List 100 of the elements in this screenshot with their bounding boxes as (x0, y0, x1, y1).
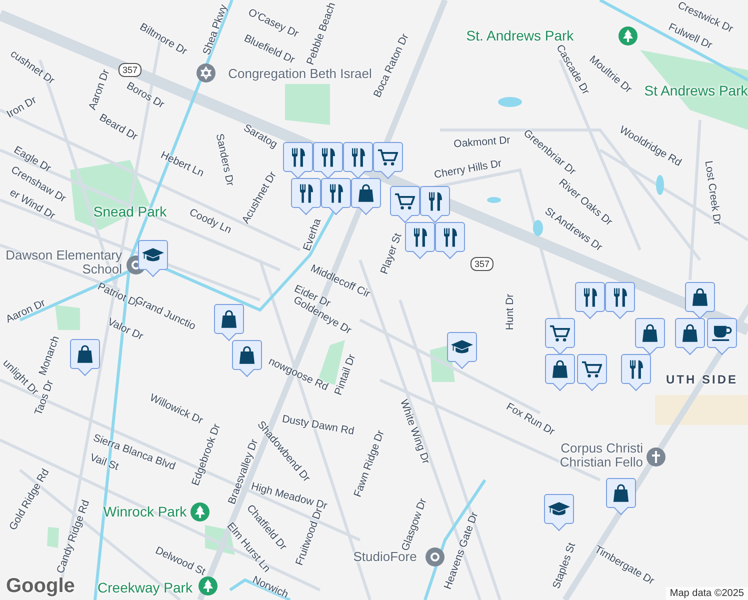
fork-knife-icon (584, 288, 596, 306)
street-label: Lost Creek Dr (702, 160, 722, 226)
restaurant-marker[interactable] (291, 178, 321, 214)
restaurant-marker[interactable] (435, 222, 465, 258)
shopping-bag-icon (642, 324, 658, 342)
place-marker-icon (425, 547, 445, 567)
shopping-bag-icon (77, 345, 93, 363)
star-of-david-icon (196, 63, 216, 83)
tree-icon (618, 26, 638, 46)
park-label: St. Andrews Park (466, 28, 574, 44)
street-label: Vail St (88, 452, 120, 474)
pond (533, 220, 543, 236)
graduation-cap-icon (142, 248, 164, 262)
park-label: St Andrews Park (644, 83, 748, 99)
fork-knife-icon (630, 360, 642, 378)
fork-knife-icon (322, 148, 334, 166)
school-marker[interactable] (138, 240, 168, 276)
pond (656, 175, 664, 195)
restaurant-marker[interactable] (283, 142, 313, 178)
street-label: Candy Ridge Rd (55, 498, 93, 576)
restaurant-marker[interactable] (621, 354, 651, 390)
park-area (285, 84, 330, 125)
grocery-marker[interactable] (577, 354, 607, 390)
cafe-marker[interactable] (707, 318, 737, 354)
shopping-cart-icon (550, 324, 570, 342)
place-label: Congregation Beth Israel (228, 66, 372, 82)
grocery-marker[interactable] (373, 142, 403, 178)
street-label: Aaron Dr (4, 298, 48, 326)
place-label: Dawson Elementary School (4, 248, 122, 278)
restaurant-marker[interactable] (405, 222, 435, 258)
shopping-marker[interactable] (351, 178, 381, 214)
street-label: Valor Dr (105, 316, 145, 344)
shopping-marker[interactable] (635, 318, 665, 354)
restaurant-marker[interactable] (313, 142, 343, 178)
park-label: Winrock Park (103, 504, 187, 520)
fork-knife-icon (300, 184, 312, 202)
google-logo: Google (6, 575, 75, 598)
street-label: Staples St (551, 542, 579, 590)
street-label: White Wing Dr (397, 398, 431, 466)
restaurant-marker[interactable] (343, 142, 373, 178)
street-label: Hunt Dr (505, 294, 517, 330)
park-label: Snead Park (93, 204, 167, 220)
fork-knife-icon (614, 288, 626, 306)
place-label: StudioFore (353, 550, 417, 564)
shopping-marker[interactable] (232, 340, 262, 376)
street-label: Shea Pkwy (202, 3, 230, 57)
fork-knife-icon (444, 228, 456, 246)
restaurant-marker[interactable] (605, 282, 635, 318)
fork-knife-icon (414, 228, 426, 246)
street-label: Sanders Dr (212, 132, 236, 188)
shopping-bag-icon (613, 484, 629, 502)
street-label: Player St (379, 232, 405, 276)
park-area (55, 305, 80, 330)
school-marker[interactable] (544, 494, 574, 530)
street-label: Iron Dr (5, 94, 39, 122)
shopping-marker[interactable] (606, 478, 636, 514)
fork-knife-icon (330, 184, 342, 202)
street-label: Pebble Beach (305, 1, 339, 67)
street-label: Oakmont Dr (453, 135, 511, 151)
school-marker[interactable] (447, 332, 477, 368)
shopping-cart-icon (395, 192, 415, 210)
shopping-marker[interactable] (70, 339, 100, 375)
restaurant-marker[interactable] (420, 186, 450, 222)
park-area (47, 527, 59, 548)
shopping-bag-icon (239, 346, 255, 364)
street-label: Aaron Dr (87, 68, 113, 112)
restaurant-marker[interactable] (321, 178, 351, 214)
pond (498, 97, 522, 107)
shopping-marker[interactable] (214, 304, 244, 340)
place-label: Corpus Christi Christian Fello (558, 442, 643, 470)
route-shield: 357 (470, 257, 494, 271)
shopping-bag-icon (552, 360, 568, 378)
street-label: Fox Run Dr (504, 402, 556, 438)
shopping-bag-icon (692, 288, 708, 306)
attribution-text: Map data ©2025 (666, 587, 748, 600)
shopping-bag-icon (221, 310, 237, 328)
grocery-marker[interactable] (545, 318, 575, 354)
area-label: UTH SIDE (666, 373, 738, 387)
shopping-bag-icon (358, 184, 374, 202)
shopping-marker[interactable] (545, 354, 575, 390)
shopping-cart-icon (378, 148, 398, 166)
fork-knife-icon (292, 148, 304, 166)
park-label: Creekway Park (98, 580, 192, 596)
pond (487, 197, 501, 203)
shopping-marker[interactable] (685, 282, 715, 318)
coffee-cup-icon (712, 325, 732, 341)
street-label: Cherry Hills Dr (433, 158, 503, 182)
street-label: Fawn Ridge Dr (352, 429, 388, 499)
shopping-bag-icon (682, 324, 698, 342)
graduation-cap-icon (548, 502, 570, 516)
graduation-cap-icon (451, 340, 473, 354)
shopping-cart-icon (582, 360, 602, 378)
grocery-marker[interactable] (390, 186, 420, 222)
cross-icon (646, 447, 666, 467)
restaurant-marker[interactable] (575, 282, 605, 318)
shopping-marker[interactable] (675, 318, 705, 354)
tree-icon (198, 576, 218, 596)
fork-knife-icon (352, 148, 364, 166)
street-label: Pintail Dr (333, 353, 359, 397)
route-shield: 357 (118, 63, 142, 77)
